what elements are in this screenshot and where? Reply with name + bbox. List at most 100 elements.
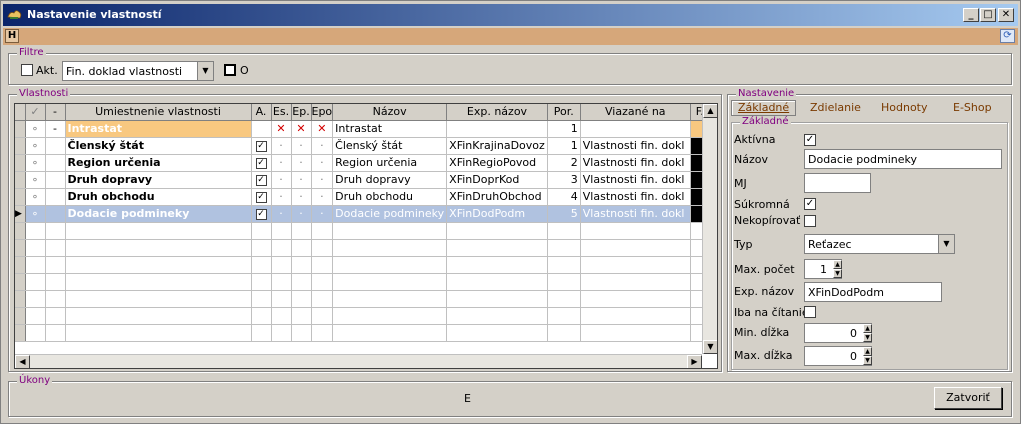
akt-checkbox[interactable] [21,64,33,76]
row-por[interactable]: 4 [547,188,581,206]
row-check[interactable]: ∘ [25,154,46,172]
row-ep[interactable]: · [291,171,312,189]
row-epo[interactable]: · [311,137,334,155]
scroll-up-icon[interactable]: ▲ [703,104,717,118]
col-header-location[interactable]: Umiestnenie vlastnosti [65,104,252,121]
col-header-name[interactable]: Názov [332,104,448,121]
row-check[interactable]: ∘ [25,205,46,223]
row-bound[interactable]: Vlastnosti fin. dokl [580,171,691,189]
col-header-dash[interactable]: - [45,104,66,121]
col-header-a[interactable]: A. [251,104,272,121]
row-location[interactable]: Intrastat [65,120,252,138]
row-dash[interactable] [45,137,66,155]
row-check[interactable]: ∘ [25,120,46,138]
row-location[interactable]: Členský štát [65,137,252,155]
row-check[interactable]: ∘ [25,137,46,155]
row-por[interactable]: 3 [547,171,581,189]
row-bound[interactable] [580,120,691,138]
row-ep[interactable]: · [291,205,312,223]
aktivna-checkbox[interactable]: ✓ [804,134,816,146]
row-es[interactable]: · [271,154,292,172]
row-ep[interactable]: ✕ [291,120,312,138]
nekopirovat-checkbox[interactable] [804,215,816,227]
row-name[interactable]: Druh obchodu [332,188,448,206]
row-exp[interactable]: XFinDoprKod [446,171,548,189]
row-a[interactable] [251,120,272,138]
row-es[interactable]: · [271,171,292,189]
table-row-selected[interactable]: ▶ ∘ Dodacie podmineky ✓ · · · Dodacie po… [15,205,710,223]
col-header-es[interactable]: Es. [271,104,292,121]
row-ep[interactable]: · [291,188,312,206]
scroll-left-icon[interactable]: ◀ [15,355,30,368]
row-exp[interactable]: XFinKrajinaDovoz [446,137,548,155]
row-exp[interactable]: XFinRegioPovod [446,154,548,172]
row-epo[interactable]: · [311,205,334,223]
row-location[interactable]: Region určenia [65,154,252,172]
row-epo[interactable]: · [311,171,334,189]
row-ep[interactable]: · [291,137,312,155]
row-dash[interactable] [45,154,66,172]
max-dlzka-spinner[interactable]: ▲ ▼ [863,347,872,365]
row-por[interactable]: 1 [547,120,581,138]
typ-combo[interactable]: Reťazec ▼ [804,234,955,254]
row-es[interactable]: · [271,188,292,206]
col-header-epo[interactable]: Epo [311,104,334,121]
chevron-down-icon[interactable]: ▼ [938,235,954,253]
row-epo[interactable]: · [311,154,334,172]
row-exp[interactable]: XFinDodPodm [446,205,548,223]
sukromna-checkbox[interactable]: ✓ [804,198,816,210]
row-dash[interactable] [45,205,66,223]
row-epo[interactable]: ✕ [311,120,334,138]
row-exp[interactable]: XFinDruhObchod [446,188,548,206]
h-button[interactable]: H [5,29,19,43]
horizontal-scrollbar[interactable]: ◀ ▶ [15,354,702,368]
row-dash[interactable]: - [45,120,66,138]
table-row[interactable]: ∘ Region určenia ✓ · · · Region určenia … [15,154,710,172]
row-bound[interactable]: Vlastnosti fin. dokl [580,154,691,172]
row-bound[interactable]: Vlastnosti fin. dokl [580,188,691,206]
maximize-button[interactable]: □ [980,8,996,22]
row-name[interactable]: Dodacie podmineky [332,205,448,223]
table-row[interactable]: ∘ Druh dopravy ✓ · · · Druh dopravy XFin… [15,171,710,189]
row-location[interactable]: Druh dopravy [65,171,252,189]
row-name[interactable]: Druh dopravy [332,171,448,189]
table-row[interactable]: ∘ Členský štát ✓ · · · Členský štát XFin… [15,137,710,155]
row-name[interactable]: Region určenia [332,154,448,172]
table-row[interactable]: ∘ - Intrastat ✕ ✕ ✕ Intrastat 1 [15,120,710,138]
close-dialog-button[interactable]: Zatvoriť [934,387,1002,409]
exp-nazov-input[interactable]: XFinDodPodm [804,282,942,302]
chevron-down-icon[interactable]: ▼ [197,62,213,80]
row-a[interactable]: ✓ [255,157,267,169]
iba-checkbox[interactable] [804,306,816,318]
col-header-check[interactable]: ✓ [25,104,46,121]
scroll-down-icon[interactable]: ▼ [703,340,717,354]
row-indicator[interactable] [15,188,26,206]
row-bound[interactable]: Vlastnosti fin. dokl [580,137,691,155]
row-epo[interactable]: · [311,188,334,206]
nazov-input[interactable]: Dodacie podmineky [804,149,1002,169]
o-checkbox[interactable] [224,64,236,76]
row-a[interactable]: ✓ [255,208,267,220]
max-dlzka-input[interactable]: 0 [804,346,872,366]
refresh-icon[interactable]: ⟳ [1000,29,1015,43]
row-indicator[interactable] [15,171,26,189]
filter-combo[interactable]: Fin. doklad vlastnosti ▼ [62,61,214,81]
tab-zdielanie[interactable]: Zdielanie [810,101,861,114]
row-dash[interactable] [45,188,66,206]
row-bound[interactable]: Vlastnosti fin. dokl [580,205,691,223]
row-name[interactable]: Členský štát [332,137,448,155]
col-header-por[interactable]: Por. [547,104,581,121]
row-a[interactable]: ✓ [255,174,267,186]
row-indicator[interactable] [15,137,26,155]
row-es[interactable]: · [271,137,292,155]
row-es[interactable]: ✕ [271,120,292,138]
tab-eshop[interactable]: E-Shop [953,101,992,114]
minimize-button[interactable]: _ [963,8,979,22]
row-indicator[interactable] [15,154,26,172]
close-button[interactable]: ✕ [998,8,1014,22]
row-a[interactable]: ✓ [255,191,267,203]
vertical-scrollbar[interactable]: ▲ ▼ [702,104,717,354]
row-indicator[interactable] [15,120,26,138]
min-dlzka-spinner[interactable]: ▲ ▼ [863,324,872,342]
row-name[interactable]: Intrastat [332,120,448,138]
